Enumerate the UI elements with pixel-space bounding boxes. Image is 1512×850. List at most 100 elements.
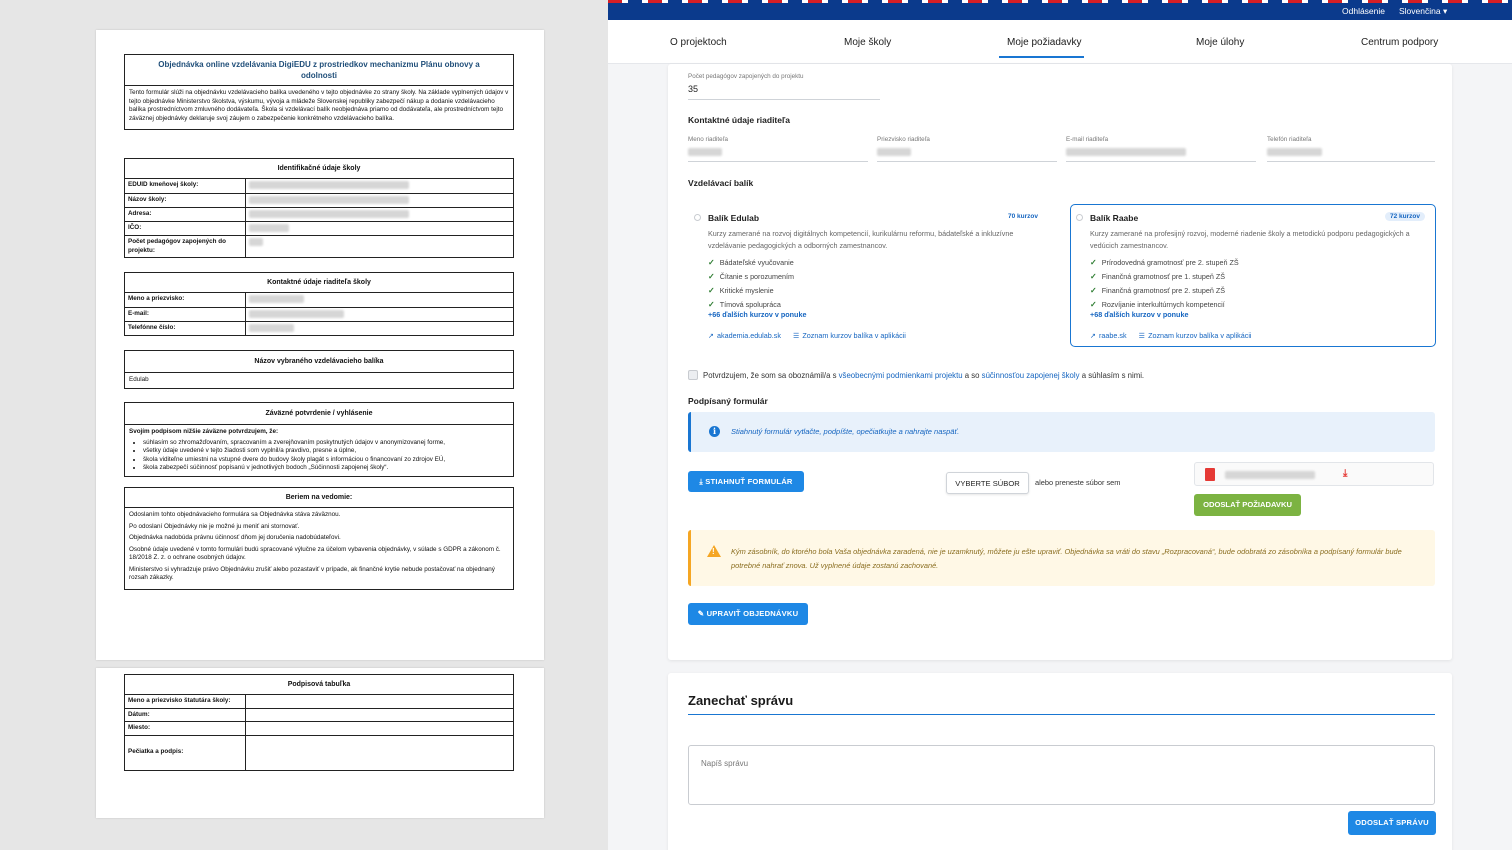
message-placeholder: Napíš správu — [701, 759, 749, 768]
more-courses-link[interactable]: +66 ďalších kurzov v ponuke — [708, 310, 806, 319]
check-icon: ✓ — [708, 300, 715, 309]
external-link-icon: ↗ — [1090, 331, 1097, 340]
tab-moje-ulohy[interactable]: Moje úlohy — [1196, 37, 1244, 48]
director-last-name-input[interactable] — [877, 148, 911, 156]
active-tab-indicator — [999, 56, 1084, 58]
pdf-id-row: Adresa: — [125, 207, 513, 222]
pdf-director-title: Kontaktné údaje riaditeľa školy — [125, 273, 513, 294]
logout-link[interactable]: Odhlásenie — [1342, 6, 1385, 16]
package-course-list: ✓ Bádateľské vyučovanie ✓ Čítanie s porozu… — [708, 256, 794, 312]
package-course-list: ✓ Prírodovedná gramotnosť pre 2. stupeň Z… — [1090, 256, 1239, 312]
course-list-link[interactable]: ☰ Zoznam kurzov balíka v aplikácii — [793, 331, 906, 340]
teachers-count-label: Počet pedagógov zapojených do projektu — [688, 73, 804, 80]
package-course-count: 70 kurzov — [1008, 213, 1038, 220]
pdf-intro: Tento formulár slúži na objednávku vzdel… — [129, 89, 509, 122]
flag-stripe — [608, 0, 1512, 3]
pdf-confirm-title: Záväzné potvrdenie / vyhlásenie — [125, 403, 513, 426]
package-description: Kurzy zamerané na rozvoj digitálnych kom… — [708, 229, 1014, 250]
check-icon: ✓ — [1090, 300, 1097, 309]
pdf-notice-paragraph: Po odoslaní Objednávky nie je možné ju m… — [129, 522, 300, 530]
school-cooperation-link[interactable]: súčinnosťou zapojenej školy — [982, 371, 1080, 380]
pdf-confirm-section: Záväzné potvrdenie / vyhlásenie Svojím p… — [124, 402, 514, 477]
warning-text: Kým zásobník, do ktorého bola Vaša objed… — [731, 547, 1402, 570]
package-radio[interactable] — [694, 214, 701, 221]
edit-order-button[interactable]: ✎ UPRAVIŤ OBJEDNÁVKU — [688, 603, 808, 625]
check-icon: ✓ — [1090, 258, 1097, 267]
file-name — [1225, 471, 1315, 479]
pdf-package-value: Edulab — [129, 376, 149, 384]
teachers-count-input[interactable]: 35 — [688, 84, 698, 94]
download-form-button[interactable]: ⤓ STIAHNUŤ FORMULÁR — [688, 471, 804, 492]
package-description: Kurzy zamerané na profesijný rozvoj, mod… — [1090, 229, 1410, 250]
choose-file-button[interactable]: VYBERTE SÚBOR — [946, 472, 1029, 494]
pdf-notice-section: Beriem na vedomie: Odoslaním tohto objed… — [124, 487, 514, 590]
pdf-signature-row: Pečiatka a podpis: — [125, 735, 513, 770]
pdf-file-icon — [1205, 468, 1215, 481]
pdf-package-title: Názov vybraného vzdelávacieho balíka — [125, 351, 513, 374]
tab-moje-skoly[interactable]: Moje školy — [844, 37, 891, 48]
package-name: Balík Edulab — [708, 213, 760, 223]
pdf-notice-paragraph: Osobné údaje uvedené v tomto formulári b… — [129, 545, 501, 562]
tab-centrum-podpory[interactable]: Centrum podpory — [1361, 37, 1438, 48]
pdf-title-box: Objednávka online vzdelávania DigiEDU z … — [124, 54, 514, 131]
request-form-card: Počet pedagógov zapojených do projektu 3… — [668, 64, 1452, 660]
check-icon: ✓ — [1090, 286, 1097, 295]
package-section-title: Vzdelávací balík — [688, 178, 754, 188]
director-first-name-label: Meno riaditeľa — [688, 136, 728, 143]
more-courses-link[interactable]: +68 ďalších kurzov v ponuke — [1090, 310, 1188, 319]
package-card-edulab[interactable]: Balík Edulab 70 kurzov Kurzy zamerané na… — [688, 204, 1054, 347]
pdf-id-title: Identifikačné údaje školy — [125, 159, 513, 180]
info-alert: i Stiahnutý formulár vytlačte, podpíšte,… — [688, 412, 1435, 452]
course-list-link[interactable]: ☰ Zoznam kurzov balíka v aplikácii — [1139, 331, 1252, 340]
director-section-title: Kontaktné údaje riaditeľa — [688, 115, 790, 125]
check-icon: ✓ — [708, 272, 715, 281]
send-request-button[interactable]: ODOSLAŤ POŽIADAVKU — [1194, 494, 1301, 516]
package-name: Balík Raabe — [1090, 213, 1139, 223]
info-icon: i — [709, 426, 720, 437]
director-email-input[interactable] — [1066, 148, 1186, 156]
pdf-signature-section: Podpisová tabuľka Meno a priezvisko štat… — [124, 674, 514, 771]
general-terms-link[interactable]: všeobecnými podmienkami projektu — [839, 371, 963, 380]
director-phone-input[interactable] — [1267, 148, 1322, 156]
pdf-notice-paragraph: Ministerstvo si vyhradzuje právo Objedná… — [129, 565, 495, 582]
send-message-button[interactable]: ODOSLAŤ SPRÁVU — [1348, 811, 1436, 835]
top-bar: Odhlásenie Slovenčina ▾ — [608, 0, 1512, 20]
external-link-icon: ↗ — [708, 331, 715, 340]
main-nav: O projektoch Moje školy Moje požiadavky … — [608, 20, 1512, 64]
file-download-icon[interactable]: ⤓ — [1343, 468, 1347, 479]
app-window: Odhlásenie Slovenčina ▾ O projektoch Moj… — [608, 0, 1512, 850]
info-text: Stiahnutý formulár vytlačte, podpíšte, o… — [731, 427, 960, 436]
list-icon: ☰ — [1138, 331, 1146, 340]
check-icon: ✓ — [1090, 272, 1097, 281]
warning-alert: Kým zásobník, do ktorého bola Vaša objed… — [688, 530, 1435, 586]
pdf-director-row: E-mail: — [125, 307, 513, 322]
terms-checkbox[interactable] — [688, 370, 698, 380]
uploaded-file: ⤓ — [1194, 462, 1434, 486]
pdf-id-row: EDUID kmeňovej školy: — [125, 179, 513, 194]
pdf-preview-pane: Objednávka online vzdelávania DigiEDU z … — [0, 0, 608, 850]
pdf-notice-paragraph: Objednávka nadobúda právnu účinnosť dňom… — [129, 534, 341, 542]
tab-o-projektoch[interactable]: O projektoch — [670, 37, 727, 48]
pdf-confirm-lead: Svojím podpisom nižšie záväzne potvrdzuj… — [129, 428, 279, 436]
pdf-confirm-item: všetky údaje uvedené v tejto žiadosti so… — [143, 447, 509, 456]
pdf-director-row: Telefónne číslo: — [125, 321, 513, 335]
check-icon: ✓ — [708, 258, 715, 267]
pdf-id-row: IČO: — [125, 221, 513, 237]
pdf-id-row: Názov školy: — [125, 193, 513, 208]
pdf-title: Objednávka online vzdelávania DigiEDU z … — [125, 55, 513, 87]
pdf-page-2: Podpisová tabuľka Meno a priezvisko štat… — [96, 668, 544, 818]
list-item: ✓ Bádateľské vyučovanie — [708, 258, 794, 267]
external-link[interactable]: ↗ akademia.edulab.sk — [708, 331, 781, 340]
pdf-confirm-item: škola zabezpečí súčinnosť popísanú v jed… — [143, 464, 509, 473]
pdf-id-section: Identifikačné údaje školy EDUID kmeňovej… — [124, 158, 514, 259]
message-textarea[interactable]: Napíš správu — [688, 745, 1435, 805]
language-selector[interactable]: Slovenčina ▾ — [1399, 6, 1447, 17]
tab-moje-poziadavky[interactable]: Moje požiadavky — [1007, 37, 1081, 48]
message-title: Zanechať správu — [688, 693, 794, 708]
package-card-raabe[interactable]: Balík Raabe 72 kurzov Kurzy zamerané na … — [1070, 204, 1436, 347]
external-link[interactable]: ↗ raabe.sk — [1090, 331, 1127, 340]
pdf-page-1: Objednávka online vzdelávania DigiEDU z … — [96, 30, 544, 660]
pdf-signature-row: Meno a priezvisko štatutára školy: — [125, 695, 513, 709]
director-first-name-input[interactable] — [688, 148, 722, 156]
package-radio[interactable] — [1076, 214, 1083, 221]
